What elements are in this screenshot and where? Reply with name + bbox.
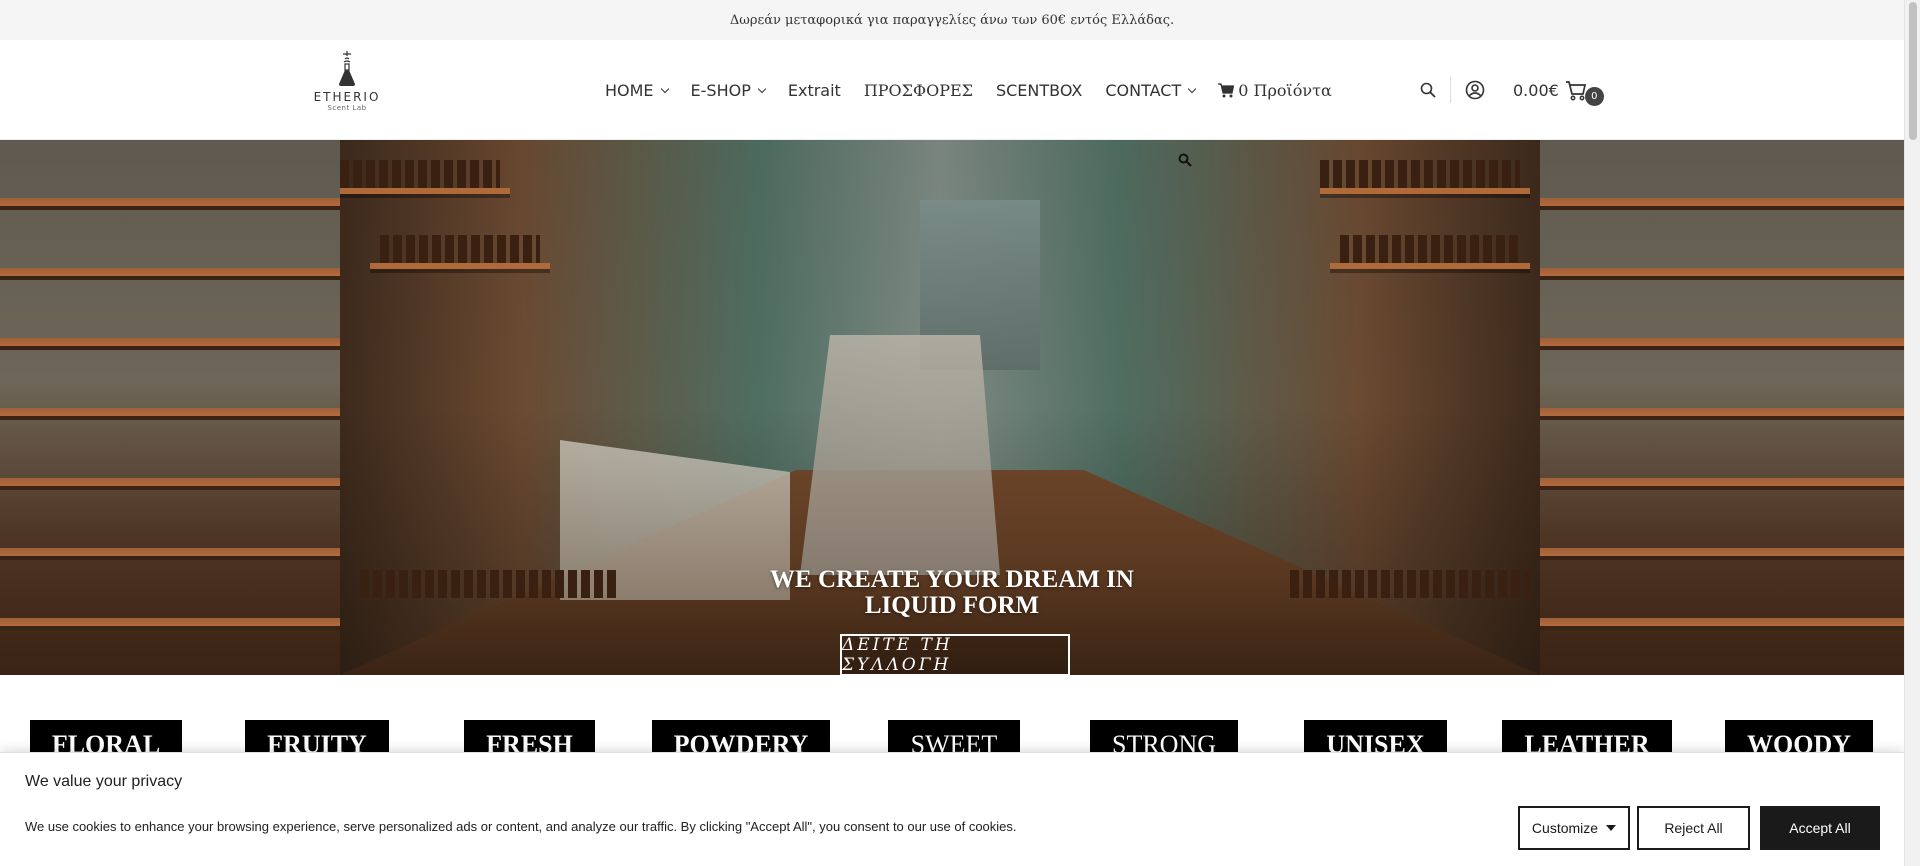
nav-offers-label: ΠΡΟΣΦΟΡΕΣ: [863, 80, 973, 100]
customize-button[interactable]: Customize: [1518, 806, 1630, 850]
hero-title: WE CREATE YOUR DREAM IN LIQUID FORM: [770, 566, 1134, 619]
hero-banner: WE CREATE YOUR DREAM IN LIQUID FORM ΔΕΙΤ…: [0, 140, 1904, 675]
chevron-down-icon: [660, 84, 669, 93]
nav-scentbox-label: SCENTBOX: [995, 80, 1083, 100]
nav-home-label: HOME: [605, 80, 654, 100]
caret-down-icon: [1606, 825, 1617, 831]
hero-bottles: [340, 160, 500, 188]
nav-cart-label: 0 Προϊόντα: [1238, 80, 1332, 100]
cookie-title: We value your privacy: [25, 773, 183, 790]
announcement-text: Δωρεάν μεταφορικά για παραγγελίες άνω τω…: [729, 12, 1175, 28]
main-nav: HOME E-SHOP Extrait ΠΡΟΣΦΟΡΕΣ SCENTBOX C…: [605, 40, 1355, 140]
site-header: ETHERIO Scent Lab HOME E-SHOP Extrait ΠΡ…: [0, 40, 1904, 140]
hero-bottles: [1320, 160, 1520, 188]
chevron-down-icon: [757, 84, 767, 93]
hero-shelf: [1320, 188, 1530, 194]
nav-extrait-label: Extrait: [787, 80, 841, 100]
view-collection-button[interactable]: ΔΕΙΤΕ ΤΗ ΣΥΛΛΟΓΗ: [840, 634, 1070, 675]
cart-count-badge: 0: [1584, 87, 1604, 106]
reject-all-button[interactable]: Reject All: [1637, 806, 1750, 850]
announcement-bar: Δωρεάν μεταφορικά για παραγγελίες άνω τω…: [0, 0, 1904, 40]
cookie-description: We use cookies to enhance your browsing …: [25, 819, 1017, 834]
site-logo[interactable]: ETHERIO Scent Lab: [302, 50, 392, 130]
nav-eshop[interactable]: E-SHOP: [690, 80, 767, 100]
nav-home[interactable]: HOME: [605, 80, 669, 100]
nav-scentbox[interactable]: SCENTBOX: [996, 81, 1082, 100]
nav-cart[interactable]: 0 Προϊόντα: [1218, 81, 1332, 100]
search-icon[interactable]: [1178, 152, 1192, 171]
nav-contact[interactable]: CONTACT: [1105, 80, 1197, 100]
divider: [1450, 77, 1451, 103]
shopping-cart-icon: [1565, 81, 1586, 101]
header-cart[interactable]: 0: [1565, 79, 1604, 106]
hero-shelf: [1330, 263, 1530, 269]
logo-tagline: Scent Lab: [327, 104, 367, 112]
logo-name: ETHERIO: [313, 90, 381, 104]
hero-counter: [800, 335, 1000, 575]
hero-bottles: [380, 235, 540, 263]
hero-bottles: [1290, 570, 1530, 598]
nav-offers[interactable]: ΠΡΟΣΦΟΡΕΣ: [864, 81, 973, 100]
nav-eshop-label: E-SHOP: [690, 80, 751, 100]
cart-icon: [1218, 82, 1235, 98]
account-icon[interactable]: [1465, 80, 1485, 100]
search-icon[interactable]: [1420, 82, 1436, 98]
hero-bottles: [360, 570, 620, 598]
customize-label: Customize: [1531, 820, 1599, 836]
chevron-down-icon: [1187, 84, 1197, 93]
hero-shelf: [370, 263, 550, 269]
cookie-consent-banner: We value your privacy We use cookies to …: [0, 752, 1904, 866]
nav-contact-label: CONTACT: [1105, 80, 1182, 100]
cart-total[interactable]: 0.00€: [1513, 81, 1559, 100]
flask-logo-icon: [339, 51, 355, 86]
hero-shelf: [340, 188, 510, 194]
hero-bottles: [1340, 235, 1520, 263]
hero-shelves-right: [1540, 140, 1904, 675]
header-actions: 0.00€ 0: [1420, 40, 1604, 140]
page-scrollbar[interactable]: [1904, 0, 1920, 866]
accept-all-button[interactable]: Accept All: [1760, 806, 1880, 850]
hero-shelves-left: [0, 140, 340, 675]
nav-extrait[interactable]: Extrait: [788, 81, 841, 100]
scrollbar-thumb[interactable]: [1909, 2, 1917, 140]
